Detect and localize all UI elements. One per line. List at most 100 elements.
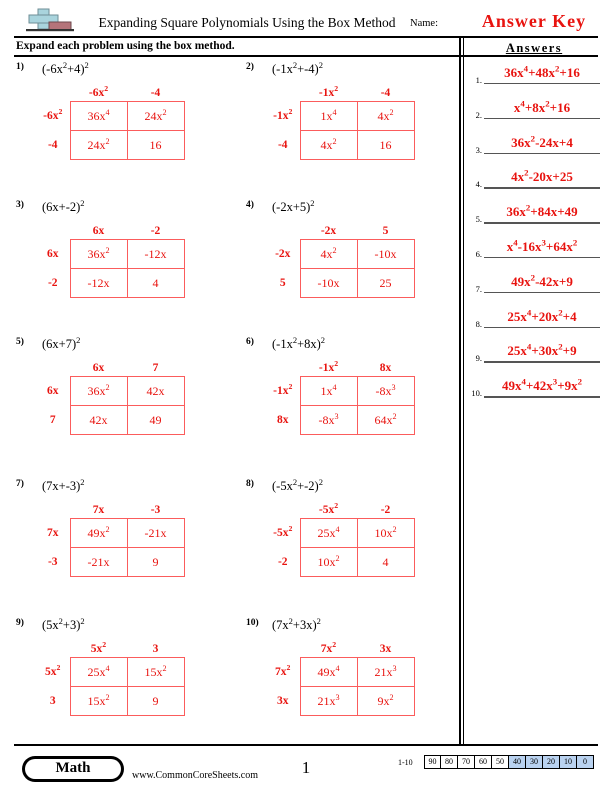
answer-value: 36x2+84x+49 — [506, 202, 578, 220]
grading-scale-cell: 80 — [441, 755, 458, 769]
grid-cell: 49x2 — [69, 518, 128, 548]
grading-scale-cell: 10 — [560, 755, 577, 769]
grid-cell: 9 — [126, 547, 185, 577]
grid-row-header: -1x2 — [273, 382, 293, 397]
box-method-grid: 7x2 3x 7x2 49x4 21x3 3x 21x3 9x2 — [266, 640, 415, 716]
grid-corner — [266, 501, 300, 519]
grid-row-header: -1x2 — [273, 107, 293, 122]
grid-cell: 36x2 — [69, 239, 128, 269]
problem-number: 3) — [16, 200, 24, 210]
problem-item: 8) (-5x2+-2)2 -5x2 -2 -5x2 25x4 10x2 -2 10x2 4 — [246, 476, 471, 609]
problem-expression: (-5x2+-2)2 — [272, 476, 323, 493]
grid-column-header: -1x2 — [318, 83, 339, 99]
answer-underline — [484, 152, 600, 154]
problem-expression: (7x+-3)2 — [42, 476, 85, 493]
problem-number: 2) — [246, 62, 254, 72]
grid-cell: 49x4 — [299, 657, 358, 687]
box-method-grid: 7x -3 7x 49x2 -21x -3 -21x 9 — [36, 501, 185, 577]
grid-column-header: 3 — [152, 642, 159, 655]
grid-cell: 21x3 — [356, 657, 415, 687]
grid-cell: 42x — [126, 376, 185, 406]
box-method-grid: -5x2 -2 -5x2 25x4 10x2 -2 10x2 4 — [266, 501, 415, 577]
grid-cell: 9 — [126, 686, 185, 716]
grid-cell: 64x2 — [356, 405, 415, 435]
grid-corner — [36, 222, 70, 240]
grid-cell: 25x4 — [69, 657, 128, 687]
answer-value: 36x2-24x+4 — [511, 133, 573, 150]
problem-expression: (7x2+3x)2 — [272, 615, 321, 632]
grid-column-header: 5x2 — [90, 639, 107, 655]
answer-underline — [484, 222, 600, 224]
grid-cell: -12x — [126, 239, 185, 269]
grid-row-header: 7 — [49, 414, 56, 426]
grid-cell: 9x2 — [356, 686, 415, 716]
problem-number: 5) — [16, 337, 24, 347]
answer-value: 36x4+48x2+16 — [504, 63, 580, 80]
subject-badge: Math — [22, 756, 124, 782]
problem-number: 4) — [246, 200, 254, 210]
grid-cell: -12x — [69, 268, 128, 298]
scale-range-label: 1-10 — [398, 758, 413, 767]
page-header: Expanding Square Polynomials Using the B… — [14, 6, 598, 38]
grid-cell: 4x2 — [356, 101, 415, 131]
answer-row: 4. 4x2-20x+25 — [466, 168, 600, 198]
problem-number: 8) — [246, 479, 254, 489]
grid-row-header: -5x2 — [273, 524, 293, 539]
answer-value: x4+8x2+16 — [513, 98, 571, 115]
grid-cell: -10x — [356, 239, 415, 269]
problem-item: 4) (-2x+5)2 -2x 5 -2x 4x2 -10x 5 -10x 25 — [246, 199, 471, 330]
answer-underline — [484, 83, 600, 85]
grading-scale-cell: 30 — [526, 755, 543, 769]
grid-cell: -8x3 — [299, 405, 358, 435]
answer-row: 8. 25x4+20x2+4 — [466, 308, 600, 338]
grid-row-header: -4 — [277, 139, 288, 151]
box-method-grid: -2x 5 -2x 4x2 -10x 5 -10x 25 — [266, 222, 415, 298]
page-number: 1 — [301, 758, 311, 777]
problem-expression: (6x+-2)2 — [42, 197, 85, 214]
grid-cell: 21x3 — [299, 686, 358, 716]
grid-column-header: 6x — [92, 361, 105, 374]
problem-number: 6) — [246, 337, 254, 347]
answer-underline — [484, 396, 600, 398]
answer-row: 3. 36x2-24x+4 — [466, 134, 600, 164]
answer-underline — [484, 361, 600, 363]
answer-underline — [484, 291, 600, 294]
grid-corner — [36, 84, 70, 102]
grid-column-header: -6x2 — [88, 83, 109, 99]
answer-row: 7. 49x2-42x+9 — [466, 273, 600, 303]
grid-corner — [266, 640, 300, 658]
answer-underline — [484, 117, 600, 120]
grid-column-header: -5x2 — [318, 500, 339, 516]
answer-row: 6. x4-16x3+64x2 — [466, 238, 600, 268]
grid-column-header: 5 — [382, 224, 389, 237]
problem-item: 3) (6x+-2)2 6x -2 6x 36x2 -12x -2 -12x 4 — [16, 197, 241, 330]
answer-row: 1. 36x4+48x2+16 — [466, 64, 600, 94]
grading-scale-cell: 90 — [424, 755, 441, 769]
grid-cell: -8x3 — [356, 376, 415, 406]
problem-item: 9) (5x2+3)2 5x2 3 5x2 25x4 15x2 3 15x2 9 — [16, 617, 241, 748]
grading-scale-cell: 20 — [543, 755, 560, 769]
grid-cell: 24x2 — [69, 130, 128, 160]
answer-value: 4x2-20x+25 — [511, 168, 573, 185]
grid-cell: 36x4 — [69, 101, 128, 131]
grid-corner — [266, 359, 300, 377]
grid-cell: 15x2 — [69, 686, 128, 716]
plus-block-logo-icon — [24, 8, 80, 36]
problem-item: 5) (6x+7)2 6x 7 6x 36x2 42x 7 42x 49 — [16, 336, 241, 467]
page-title: Expanding Square Polynomials Using the B… — [98, 15, 396, 30]
grid-cell: -21x — [126, 518, 185, 548]
grid-row-header: 3 — [49, 695, 56, 707]
problem-item: 6) (-1x2+8x)2 -1x2 8x -1x2 1x4 -8x3 8x -8x3 64x2 — [246, 336, 471, 467]
problem-item: 7) (7x+-3)2 7x -3 7x 49x2 -21x -3 -21x 9 — [16, 476, 241, 609]
answer-value: 25x4+20x2+4 — [507, 307, 577, 324]
worksheet-page: Expanding Square Polynomials Using the B… — [0, 0, 612, 792]
box-method-grid: 6x 7 6x 36x2 42x 7 42x 49 — [36, 359, 185, 435]
box-method-grid: -1x2 8x -1x2 1x4 -8x3 8x -8x3 64x2 — [266, 359, 415, 435]
problem-expression: (-1x2+-4)2 — [272, 59, 323, 76]
grid-cell: -21x — [69, 547, 128, 577]
grid-column-header: 7 — [152, 361, 159, 374]
grid-row-header: -2x — [275, 248, 291, 260]
grid-cell: 49 — [126, 405, 185, 435]
subject-badge-label: Math — [55, 760, 91, 776]
grid-column-header: -2x — [320, 224, 337, 237]
